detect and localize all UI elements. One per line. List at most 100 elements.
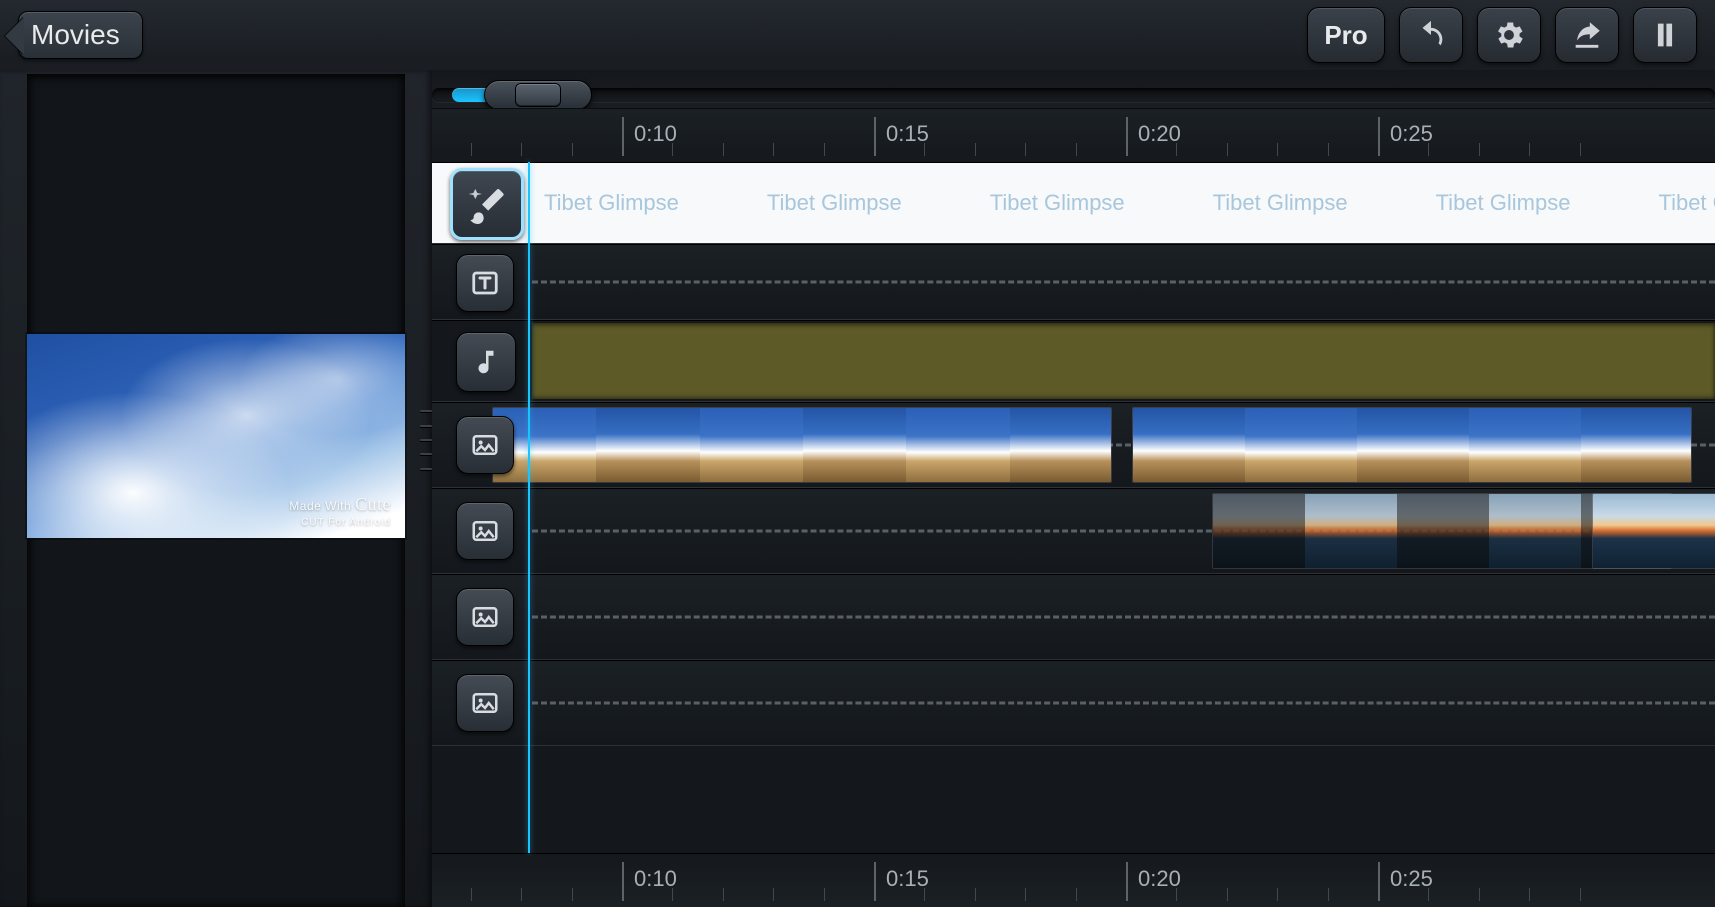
back-button[interactable]: Movies [18, 11, 143, 59]
image-icon [470, 516, 500, 546]
ruler-tick-minor [1227, 143, 1228, 156]
video-clip-1b[interactable] [1132, 407, 1692, 483]
top-toolbar: Movies Pro [0, 0, 1715, 70]
ruler-tick-minor [824, 143, 825, 156]
pro-button[interactable]: Pro [1307, 7, 1385, 63]
audio-track-button[interactable] [456, 332, 516, 392]
ruler-tick-major [1126, 862, 1128, 901]
ruler-tick-minor [975, 143, 976, 156]
ruler-tick-minor [924, 143, 925, 156]
clip-thumbnail [1213, 494, 1305, 568]
clip-thumbnail [700, 408, 803, 482]
ruler-tick-minor [1277, 888, 1278, 901]
clip-thumbnail [1469, 408, 1581, 482]
ruler-tick-major [622, 862, 624, 901]
theme-title-instance: Tibet Glimpse [767, 190, 902, 216]
ruler-tick-minor [1479, 888, 1480, 901]
ruler-tick-major [1378, 862, 1380, 901]
settings-button[interactable] [1477, 7, 1541, 63]
video-track-3[interactable] [432, 574, 1715, 660]
tracks-container: Tibet Glimpse Tibet Glimpse Tibet Glimpse T… [432, 162, 1715, 853]
theme-title-instance: Tibet Glimpse [1436, 190, 1571, 216]
clip-thumbnail [1305, 494, 1397, 568]
share-button[interactable] [1555, 7, 1619, 63]
scrub-handle[interactable] [484, 80, 592, 110]
clip-thumbnail [1245, 408, 1357, 482]
ruler-tick-minor [1328, 143, 1329, 156]
video-track-2-button[interactable] [456, 502, 514, 560]
pause-button[interactable] [1633, 7, 1697, 63]
ruler-tick-minor [824, 888, 825, 901]
ruler-tick-minor [1428, 888, 1429, 901]
ruler-tick-minor [1580, 888, 1581, 901]
ruler-label: 0:25 [1390, 866, 1433, 892]
theme-track-button[interactable] [450, 168, 524, 240]
ruler-tick-minor [1328, 888, 1329, 901]
clip-thumbnail [803, 408, 906, 482]
clip-thumbnail [1133, 408, 1245, 482]
ruler-tick-minor [773, 143, 774, 156]
pro-label: Pro [1324, 20, 1367, 51]
ruler-tick-minor [672, 888, 673, 901]
theme-title-instance: Tibet Glimpse [1658, 190, 1715, 216]
theme-title-strip: Tibet Glimpse Tibet Glimpse Tibet Glimpse T… [532, 163, 1715, 243]
ruler-tick-major [622, 117, 624, 156]
gear-icon [1492, 18, 1526, 52]
ruler-tick-major [1126, 117, 1128, 156]
clip-thumbnail [1010, 408, 1112, 482]
brush-icon [467, 184, 507, 224]
ruler-tick-minor [572, 888, 573, 901]
video-track-2[interactable] [432, 488, 1715, 574]
text-track[interactable] [432, 244, 1715, 320]
clip-thumbnail [1593, 494, 1693, 568]
video-clip-2b[interactable] [1592, 493, 1715, 569]
ruler-top[interactable]: 0:100:150:200:25 [432, 108, 1715, 162]
video-preview[interactable]: Made With Cute CUT For Android [27, 334, 405, 538]
ruler-tick-minor [572, 143, 573, 156]
video-track-1[interactable] [432, 402, 1715, 488]
clip-thumbnail [1489, 494, 1581, 568]
ruler-tick-minor [1025, 888, 1026, 901]
playhead[interactable] [528, 162, 530, 853]
text-icon [470, 268, 500, 298]
image-icon [470, 430, 500, 460]
ruler-tick-minor [521, 143, 522, 156]
ruler-tick-minor [1529, 888, 1530, 901]
ruler-tick-minor [1025, 143, 1026, 156]
image-icon [470, 688, 500, 718]
ruler-tick-minor [924, 888, 925, 901]
text-track-button[interactable] [456, 254, 514, 312]
preview-well: Made With Cute CUT For Android [27, 74, 405, 907]
theme-track[interactable]: Tibet Glimpse Tibet Glimpse Tibet Glimpse T… [432, 162, 1715, 244]
clip-thumbnail [1581, 408, 1692, 482]
undo-button[interactable] [1399, 7, 1463, 63]
main-area: Made With Cute CUT For Android 0:100:150… [0, 70, 1715, 907]
ruler-label: 0:10 [634, 866, 677, 892]
ruler-tick-major [874, 862, 876, 901]
image-icon [470, 602, 500, 632]
clip-thumbnail [1357, 408, 1469, 482]
music-icon [471, 347, 501, 377]
video-track-4[interactable] [432, 660, 1715, 746]
video-track-3-button[interactable] [456, 588, 514, 646]
audio-track[interactable] [432, 320, 1715, 402]
clip-thumbnail [1693, 494, 1715, 568]
audio-clip[interactable] [532, 323, 1715, 399]
scrubber[interactable] [432, 70, 1715, 108]
watermark-brand: Cute [355, 494, 391, 514]
watermark-line: CUT For Android [301, 517, 391, 528]
theme-title-instance: Tibet Glimpse [990, 190, 1125, 216]
ruler-tick-minor [1479, 143, 1480, 156]
video-track-1-button[interactable] [456, 416, 514, 474]
video-clip-1[interactable] [492, 407, 1112, 483]
ruler-tick-minor [1277, 143, 1278, 156]
video-track-4-button[interactable] [456, 674, 514, 732]
ruler-bottom[interactable]: 0:100:150:200:25 [432, 853, 1715, 907]
ruler-tick-minor [1076, 888, 1077, 901]
preview-panel: Made With Cute CUT For Android [0, 70, 432, 907]
ruler-tick-minor [773, 888, 774, 901]
ruler-tick-minor [723, 888, 724, 901]
share-icon [1570, 18, 1604, 52]
track-empty-dash [532, 702, 1715, 705]
ruler-label: 0:15 [886, 121, 929, 147]
